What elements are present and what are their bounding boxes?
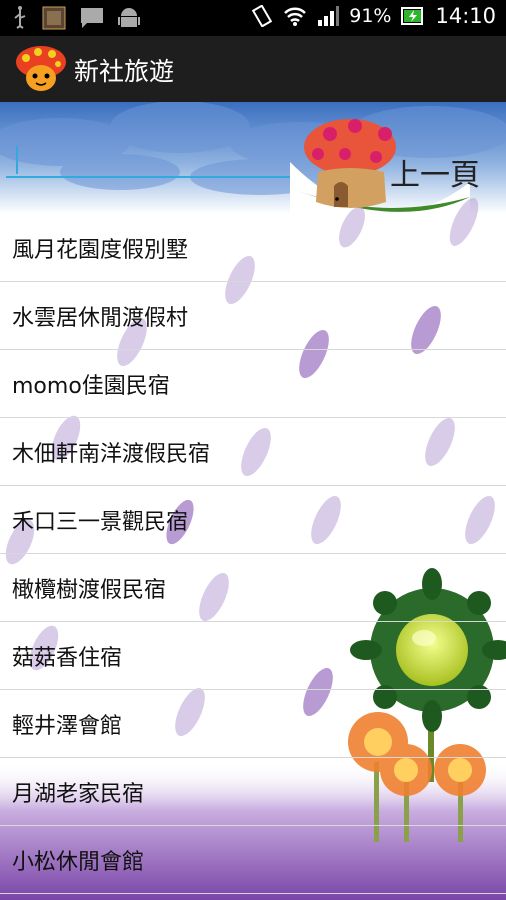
list-item-label: 月湖老家民宿 (12, 781, 145, 807)
list-item[interactable]: 風月花園度假別墅 (0, 214, 506, 282)
status-time: 14:10 (435, 4, 496, 28)
android-icon (118, 8, 140, 27)
list-item-label: 水雲居休閒渡假村 (12, 305, 189, 331)
prev-page-button[interactable]: 上一頁 (390, 150, 480, 194)
battery-percent: 91% (349, 5, 392, 27)
list-item[interactable]: 小松休閒會館 (0, 826, 506, 894)
status-bar: 91% 14:10 (0, 0, 506, 36)
mushroom-icon[interactable] (14, 44, 68, 94)
search-input[interactable] (6, 138, 290, 178)
list-item[interactable]: 禾口三一景觀民宿 (0, 486, 506, 554)
text-cursor (16, 146, 18, 174)
list-item[interactable]: momo佳園民宿 (0, 350, 506, 418)
signal-icon (318, 6, 340, 26)
list-item-label: momo佳園民宿 (12, 373, 170, 399)
list-item-label: 風月花園度假別墅 (12, 237, 189, 263)
usb-icon (14, 6, 26, 29)
list-item-label: 輕井澤會館 (12, 713, 123, 739)
photo-icon (42, 6, 66, 30)
accommodation-list: 風月花園度假別墅 水雲居休閒渡假村 momo佳園民宿 木佃軒南洋渡假民宿 禾口三… (0, 214, 506, 894)
app-title: 新社旅遊 (74, 57, 175, 86)
action-bar: 新社旅遊 (0, 36, 506, 102)
header-area: 上一頁 (0, 102, 506, 212)
list-item[interactable]: 水雲居休閒渡假村 (0, 282, 506, 350)
list-item-label: 小松休閒會館 (12, 849, 145, 875)
list-item-label: 禾口三一景觀民宿 (12, 509, 189, 535)
list-item[interactable]: 輕井澤會館 (0, 690, 506, 758)
chat-icon (81, 8, 103, 28)
list-item-label: 橄欖樹渡假民宿 (12, 577, 167, 603)
main-content: 上一頁 風月花園度假別墅 水雲居休閒渡假村 momo佳園民宿 木佃軒南洋渡假民宿… (0, 102, 506, 900)
battery-icon (401, 7, 424, 25)
list-item-label: 木佃軒南洋渡假民宿 (12, 441, 211, 467)
list-item[interactable]: 木佃軒南洋渡假民宿 (0, 418, 506, 486)
list-item[interactable]: 月湖老家民宿 (0, 758, 506, 826)
vibrate-icon (252, 5, 273, 27)
list-item[interactable]: 菇菇香住宿 (0, 622, 506, 690)
list-item[interactable]: 橄欖樹渡假民宿 (0, 554, 506, 622)
wifi-icon (284, 7, 307, 26)
list-item-label: 菇菇香住宿 (12, 645, 123, 671)
